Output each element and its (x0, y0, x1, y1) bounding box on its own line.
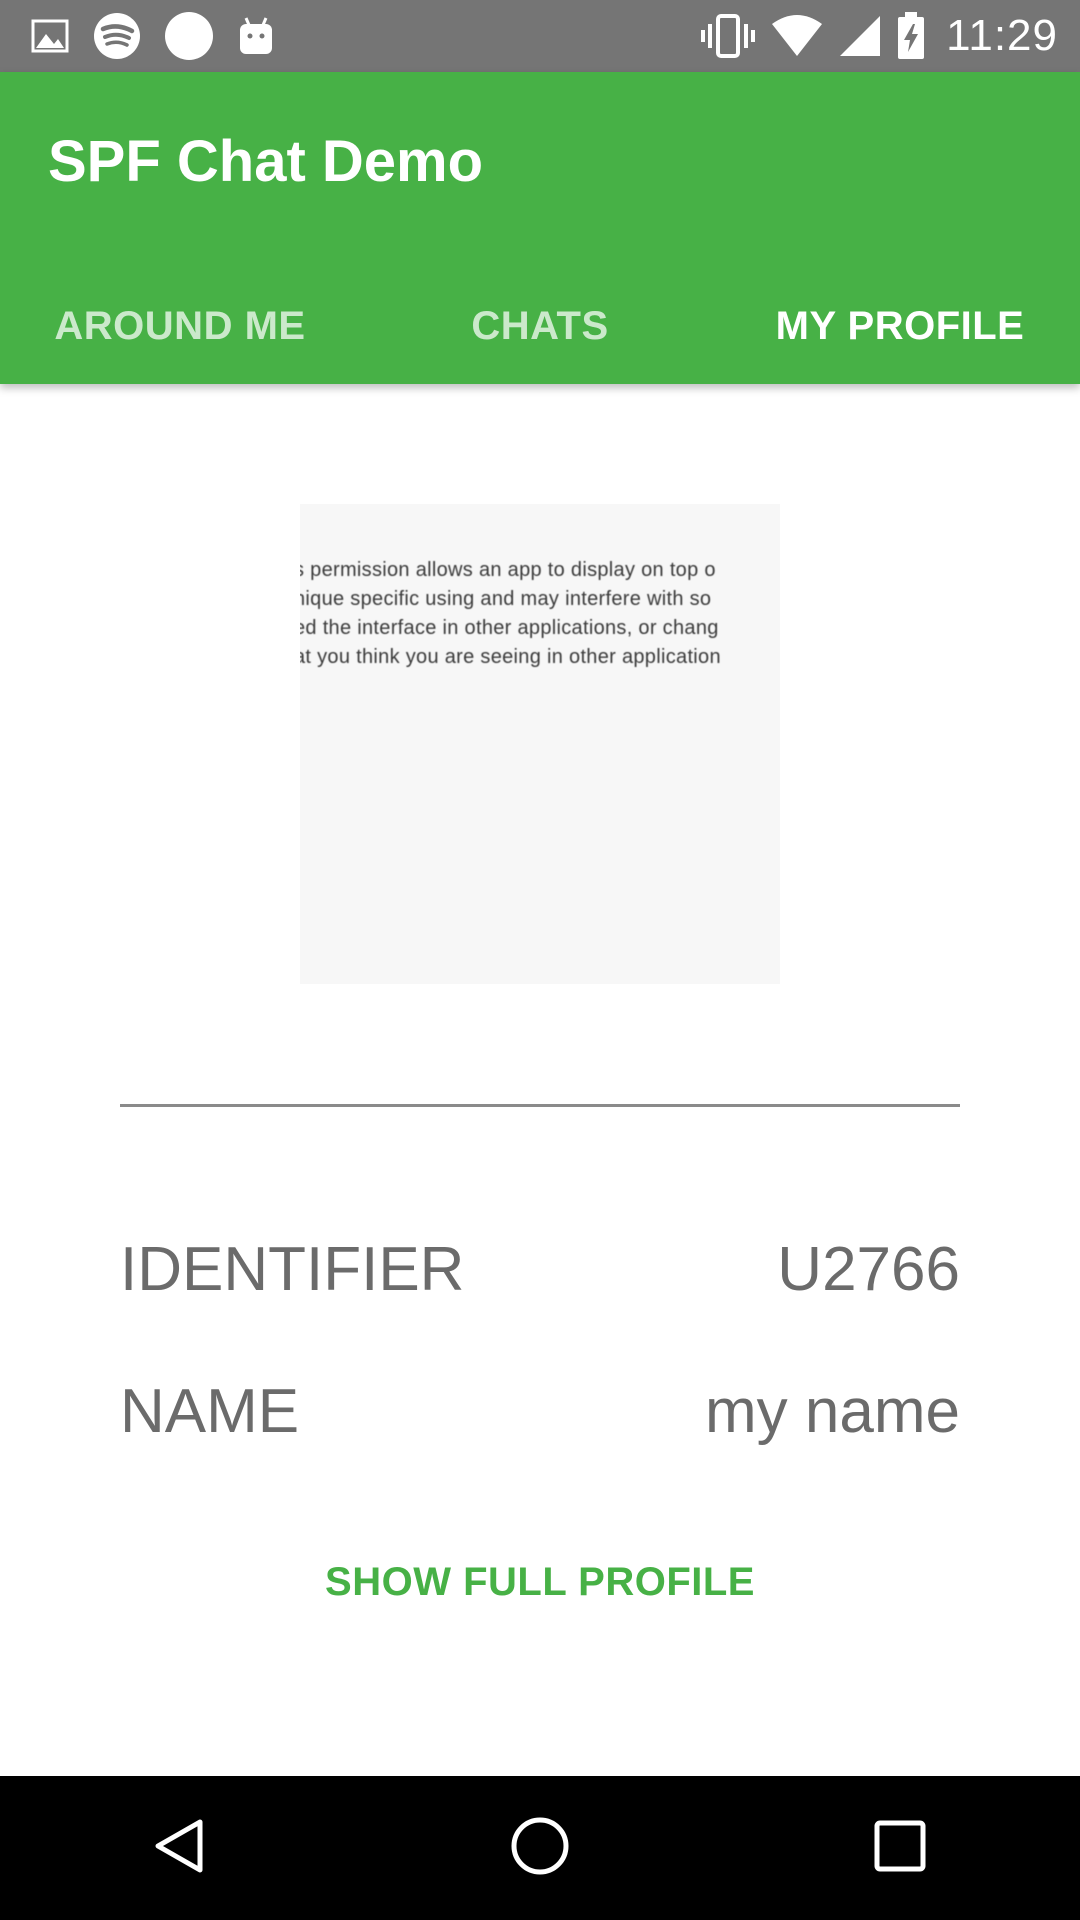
status-bar-notifications (30, 10, 276, 62)
profile-picture-text-line: s permission allows an app to display on… (300, 559, 716, 581)
vibrate-icon (700, 12, 756, 60)
home-button[interactable] (480, 1788, 600, 1908)
status-bar: 11:29 (0, 0, 1080, 72)
recents-icon (872, 1818, 928, 1879)
divider (120, 1104, 960, 1107)
spotify-icon (92, 11, 142, 61)
identifier-label: IDENTIFIER (120, 1235, 465, 1304)
profile-picture-text-line: at you think you are seeing in other app… (300, 646, 721, 668)
home-icon (509, 1815, 571, 1882)
show-full-profile-button[interactable]: SHOW FULL PROFILE (0, 1560, 1080, 1605)
signal-icon (838, 14, 882, 58)
profile-content: s permission allows an app to display on… (0, 384, 1080, 1776)
tab-bar: AROUND ME CHATS MY PROFILE (0, 268, 1080, 384)
app-bar: SPF Chat Demo AROUND ME CHATS MY PROFILE (0, 72, 1080, 384)
recents-button[interactable] (840, 1788, 960, 1908)
status-bar-system: 11:29 (700, 10, 1058, 62)
name-value: my name (705, 1377, 960, 1446)
image-icon (30, 16, 70, 56)
tab-around-me[interactable]: AROUND ME (0, 268, 360, 384)
name-label: NAME (120, 1377, 300, 1446)
clock: 11:29 (946, 11, 1058, 60)
circle-icon (164, 11, 214, 61)
profile-picture-text: s permission allows an app to display on… (300, 556, 780, 672)
android-icon (236, 14, 276, 58)
navigation-bar (0, 1776, 1080, 1920)
identifier-value: U2766 (777, 1235, 960, 1304)
battery-charging-icon (896, 12, 926, 60)
back-icon (150, 1816, 210, 1881)
name-row: NAME my name (120, 1376, 960, 1447)
tab-my-profile[interactable]: MY PROFILE (720, 268, 1080, 384)
profile-picture-text-line: ed the interface in other applications, … (300, 617, 719, 639)
profile-picture[interactable]: s permission allows an app to display on… (300, 504, 780, 984)
profile-picture-text-line: nique specific using and may interfere w… (300, 588, 712, 610)
back-button[interactable] (120, 1788, 240, 1908)
wifi-icon (770, 14, 824, 58)
app-title: SPF Chat Demo (48, 129, 484, 194)
identifier-row: IDENTIFIER U2766 (120, 1234, 960, 1305)
tab-chats[interactable]: CHATS (360, 268, 720, 384)
